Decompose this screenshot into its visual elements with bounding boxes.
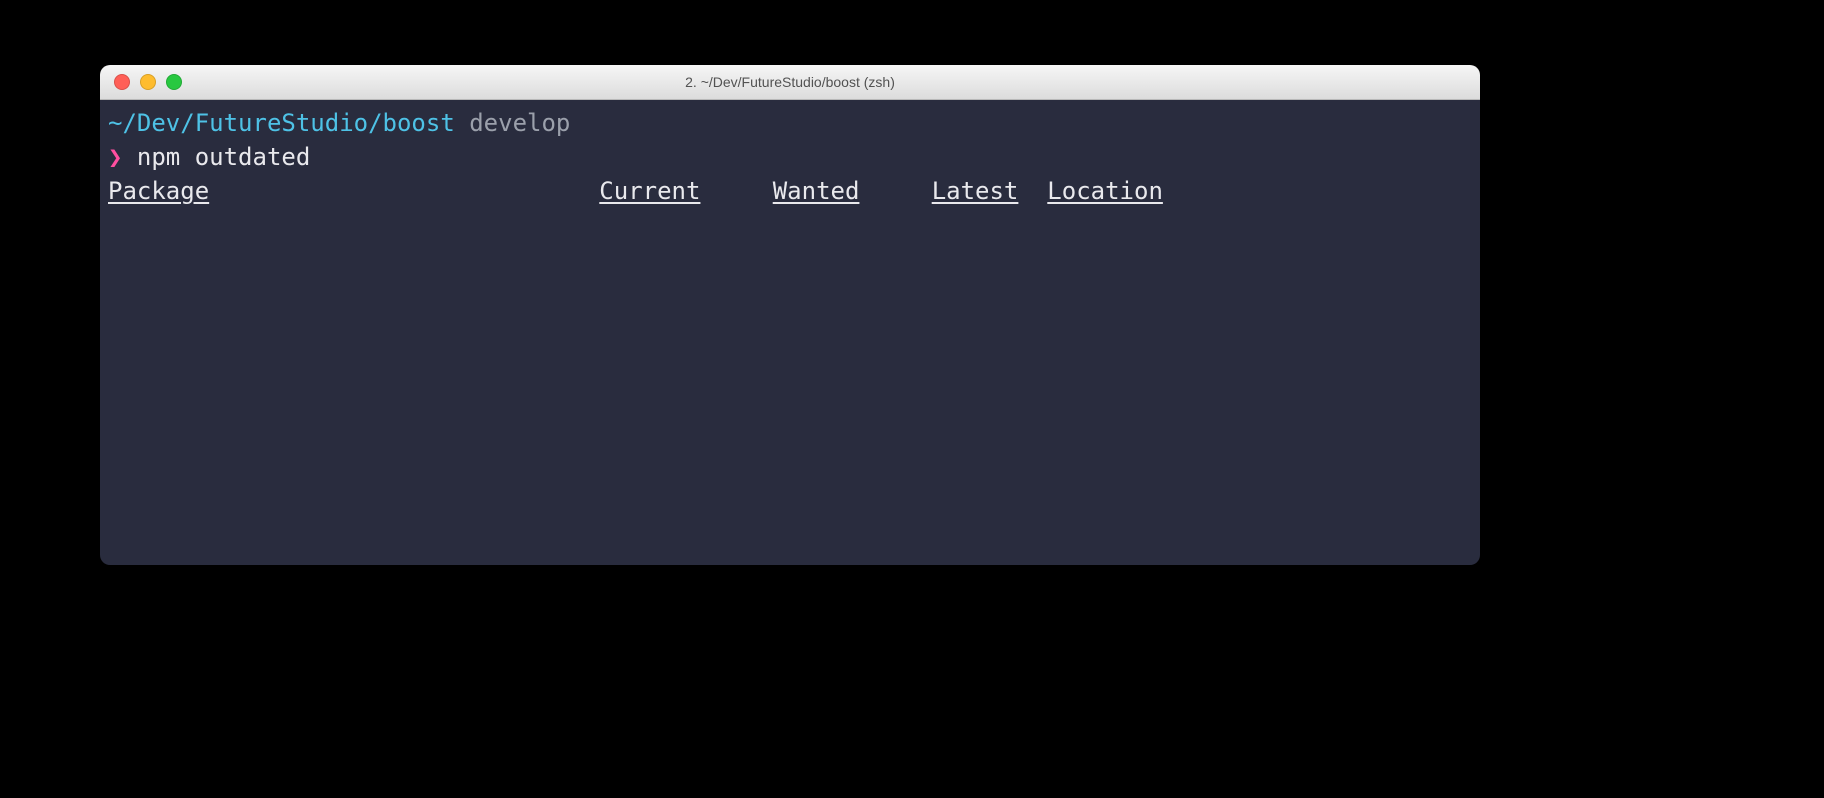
command: npm outdated bbox=[137, 143, 310, 171]
close-icon[interactable] bbox=[114, 74, 130, 90]
prompt-path: ~/Dev/FutureStudio/boost bbox=[108, 109, 455, 137]
prompt-symbol: ❯ bbox=[108, 143, 122, 171]
terminal-window: 2. ~/Dev/FutureStudio/boost (zsh) ~/Dev/… bbox=[100, 65, 1480, 565]
traffic-lights bbox=[114, 74, 182, 90]
col-header-wanted: Wanted bbox=[773, 177, 860, 205]
minimize-icon[interactable] bbox=[140, 74, 156, 90]
window-title: 2. ~/Dev/FutureStudio/boost (zsh) bbox=[100, 74, 1480, 90]
col-header-package: Package bbox=[108, 177, 209, 205]
terminal-body[interactable]: ~/Dev/FutureStudio/boost develop ❯ npm ou… bbox=[100, 100, 1480, 565]
prompt-branch: develop bbox=[469, 109, 570, 137]
col-header-location: Location bbox=[1047, 177, 1163, 205]
window-titlebar[interactable]: 2. ~/Dev/FutureStudio/boost (zsh) bbox=[100, 65, 1480, 100]
col-header-latest: Latest bbox=[932, 177, 1019, 205]
maximize-icon[interactable] bbox=[166, 74, 182, 90]
col-header-current: Current bbox=[599, 177, 700, 205]
